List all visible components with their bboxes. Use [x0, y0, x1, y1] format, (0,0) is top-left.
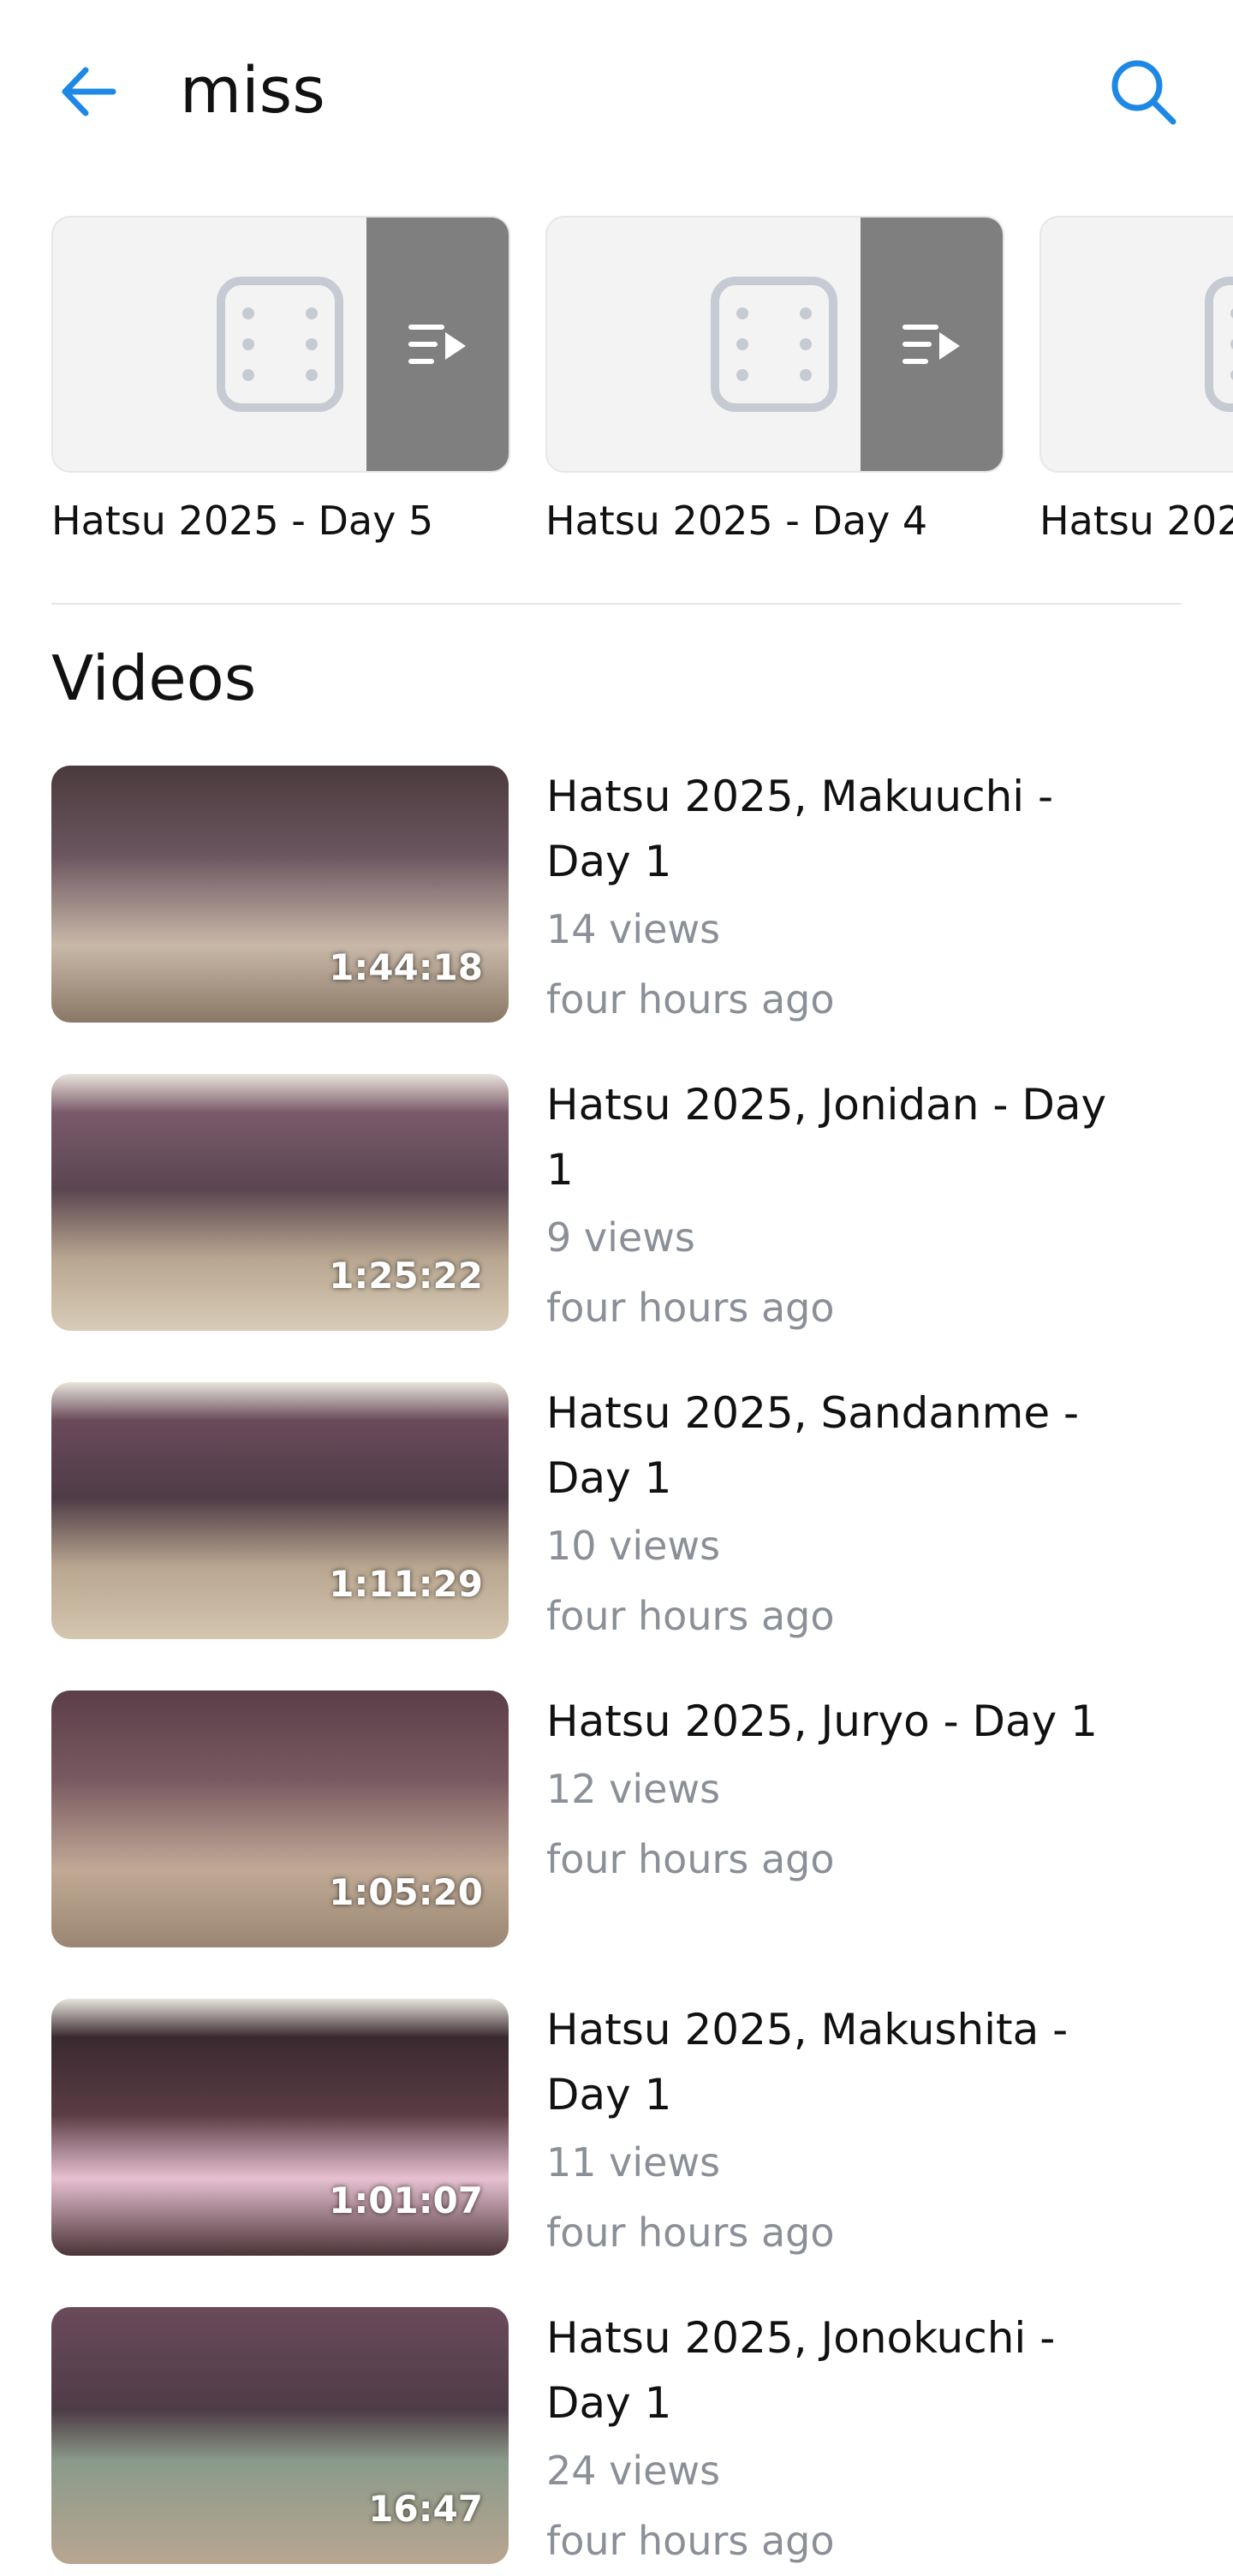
video-title: Hatsu 2025, Makuuchi - Day 1	[546, 772, 1054, 886]
search-icon	[1111, 60, 1176, 125]
video-date: four hours ago	[546, 2209, 835, 2256]
video-title: Hatsu 2025, Sandanme - Day 1	[546, 1388, 1080, 1503]
video-duration: 1:05:20	[329, 1871, 483, 1913]
section-divider	[51, 603, 1182, 605]
video-duration: 16:47	[368, 2488, 483, 2530]
playlist-play-icon	[408, 325, 466, 364]
video-date: four hours ago	[546, 1285, 835, 1331]
video-thumbnail: 1:44:18	[51, 766, 509, 1023]
video-thumbnail: 1:25:22	[51, 1074, 509, 1331]
playlist-title: Hatsu 202	[1039, 498, 1233, 544]
playlist-title: Hatsu 2025 - Day 4	[545, 498, 928, 544]
video-duration: 1:25:22	[329, 1255, 483, 1297]
video-list-item[interactable]: 1:44:18 Hatsu 2025, Makuuchi - Day 1 14 …	[51, 766, 1182, 1023]
video-meta: Hatsu 2025, Makushita - Day 1 11 views f…	[546, 1999, 1146, 2268]
video-views: 24 views	[546, 2448, 721, 2494]
video-duration: 1:44:18	[329, 946, 483, 988]
video-list-item[interactable]: 1:11:29 Hatsu 2025, Sandanme - Day 1 10 …	[51, 1382, 1182, 1639]
videos-section-title: Videos	[51, 642, 257, 714]
video-views: 14 views	[546, 906, 721, 952]
video-title: Hatsu 2025, Jonokuchi - Day 1	[546, 2313, 1056, 2428]
playlist-thumbnail	[51, 216, 510, 473]
video-date: four hours ago	[546, 976, 835, 1023]
video-thumbnail: 1:11:29	[51, 1382, 509, 1639]
arrow-back-icon	[62, 67, 116, 116]
search-button[interactable]	[1105, 53, 1182, 130]
video-thumbnail: 16:47	[51, 2307, 509, 2564]
playlist-thumbnail	[545, 216, 1004, 473]
video-duration: 1:11:29	[329, 1563, 483, 1605]
playlist-thumbnail	[1039, 216, 1233, 473]
playlist-card[interactable]: Hatsu 2025 - Day 4	[545, 216, 1004, 546]
playlist-overlay	[861, 218, 1003, 471]
back-button[interactable]	[51, 53, 128, 130]
video-list-item[interactable]: 1:01:07 Hatsu 2025, Makushita - Day 1 11…	[51, 1999, 1182, 2256]
video-thumbnail: 1:01:07	[51, 1999, 509, 2256]
video-thumbnail: 1:05:20	[51, 1690, 509, 1947]
video-date: four hours ago	[546, 2518, 835, 2564]
video-list-item[interactable]: 16:47 Hatsu 2025, Jonokuchi - Day 1 24 v…	[51, 2307, 1182, 2564]
film-icon	[711, 277, 837, 412]
video-views: 9 views	[546, 1214, 695, 1261]
search-query[interactable]: miss	[180, 50, 325, 132]
video-meta: Hatsu 2025, Makuuchi - Day 1 14 views fo…	[546, 766, 1146, 1035]
playlist-card[interactable]: Hatsu 2025 - Day 5	[51, 216, 510, 546]
film-icon	[217, 277, 343, 412]
video-date: four hours ago	[546, 1593, 835, 1639]
playlist-card[interactable]: Hatsu 202	[1039, 216, 1233, 546]
playlist-play-icon	[902, 325, 960, 364]
video-duration: 1:01:07	[329, 2179, 483, 2221]
video-title: Hatsu 2025, Juryo - Day 1	[546, 1696, 1098, 1746]
video-date: four hours ago	[546, 1836, 835, 1882]
video-meta: Hatsu 2025, Jonokuchi - Day 1 24 views f…	[546, 2307, 1146, 2576]
film-icon	[1205, 277, 1233, 412]
top-bar: miss	[0, 0, 1233, 188]
video-views: 11 views	[546, 2139, 721, 2185]
video-views: 10 views	[546, 1523, 721, 1569]
playlist-title: Hatsu 2025 - Day 5	[51, 498, 434, 544]
video-meta: Hatsu 2025, Sandanme - Day 1 10 views fo…	[546, 1382, 1146, 1651]
video-meta: Hatsu 2025, Juryo - Day 1 12 views four …	[546, 1690, 1146, 1894]
video-meta: Hatsu 2025, Jonidan - Day 1 9 views four…	[546, 1074, 1146, 1343]
video-list-item[interactable]: 1:25:22 Hatsu 2025, Jonidan - Day 1 9 vi…	[51, 1074, 1182, 1331]
playlist-overlay	[366, 218, 509, 471]
playlist-carousel[interactable]: Hatsu 2025 - Day 5 Hatsu 2025 - Day 4 Ha…	[0, 216, 1233, 558]
video-title: Hatsu 2025, Makushita - Day 1	[546, 2005, 1069, 2120]
video-views: 12 views	[546, 1766, 721, 1812]
video-title: Hatsu 2025, Jonidan - Day 1	[546, 1080, 1107, 1195]
video-list-item[interactable]: 1:05:20 Hatsu 2025, Juryo - Day 1 12 vie…	[51, 1690, 1182, 1947]
